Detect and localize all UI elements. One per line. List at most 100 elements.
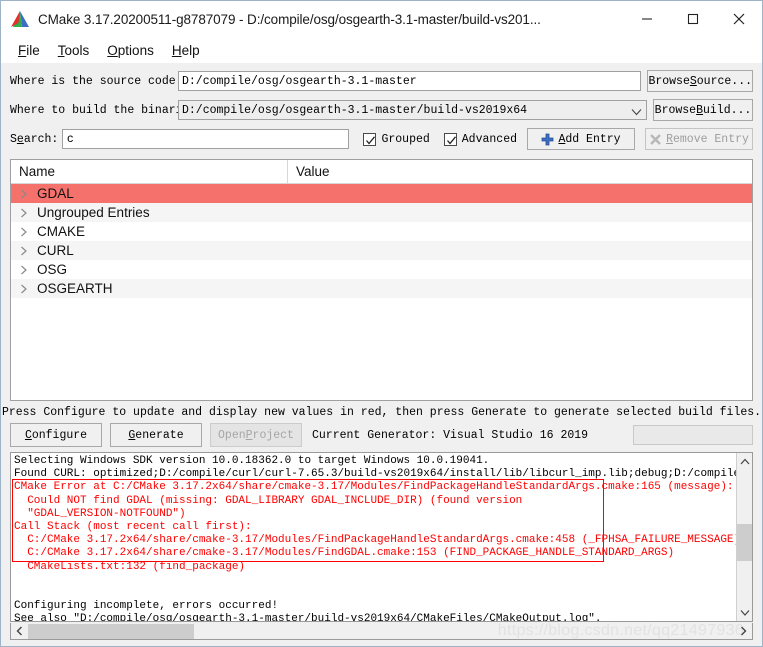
log-vertical-scrollbar[interactable] xyxy=(736,453,752,621)
minimize-button[interactable] xyxy=(624,1,670,37)
scroll-thumb[interactable] xyxy=(736,523,752,562)
grouped-checkbox[interactable]: Grouped xyxy=(363,132,430,146)
menu-help[interactable]: Help xyxy=(163,41,209,60)
search-label-mnemonic: e xyxy=(16,132,24,146)
browse-source-rest: ource... xyxy=(696,74,752,88)
open-project-pre: Open xyxy=(218,428,246,442)
scroll-down-icon[interactable] xyxy=(740,604,750,621)
current-generator-label: Current Generator: Visual Studio 16 2019 xyxy=(312,428,589,442)
search-label: Search: xyxy=(10,133,62,146)
add-entry-rest: dd Entry xyxy=(565,132,621,146)
menu-file-mnemonic: F xyxy=(18,42,27,58)
cache-variables-table: Name Value GDAL Ungrouped Entries CMAKE … xyxy=(10,159,753,401)
table-body: GDAL Ungrouped Entries CMAKE CURL OSG OS… xyxy=(11,184,752,400)
table-header: Name Value xyxy=(11,160,752,184)
browse-build-pre: Browse xyxy=(654,103,697,117)
source-path-input[interactable]: D:/compile/osg/osgearth-3.1-master xyxy=(178,71,642,91)
remove-entry-rest: emove Entry xyxy=(672,132,749,146)
browse-build-button[interactable]: Browse Build... xyxy=(653,99,753,121)
menu-file[interactable]: File xyxy=(9,41,49,60)
scroll-track[interactable] xyxy=(736,470,752,604)
log-line: Selecting Windows SDK version 10.0.18362… xyxy=(14,455,490,467)
build-path-combobox[interactable]: D:/compile/osg/osgearth-3.1-master/build… xyxy=(178,100,647,120)
generate-rest: enerate xyxy=(135,428,184,442)
chevron-right-icon[interactable] xyxy=(11,284,37,294)
browse-source-button[interactable]: Browse Source... xyxy=(647,70,753,92)
configure-button[interactable]: Configure xyxy=(10,423,102,447)
table-row[interactable]: CMAKE xyxy=(11,222,752,241)
scroll-left-icon[interactable] xyxy=(11,624,28,639)
group-name-ungrouped-entries: Ungrouped Entries xyxy=(37,205,150,220)
browse-source-mnemonic: S xyxy=(689,74,697,88)
search-input[interactable]: c xyxy=(61,129,350,149)
menu-tools-label: ools xyxy=(64,42,90,58)
menu-tools-mnemonic: T xyxy=(57,42,65,58)
search-label-rest: arch: xyxy=(23,132,59,146)
browse-build-rest: uild... xyxy=(703,103,752,117)
log-line-error: Could NOT find GDAL (missing: GDAL_LIBRA… xyxy=(14,494,523,507)
table-row[interactable]: OSGEARTH xyxy=(11,279,752,298)
configure-rest: onfigure xyxy=(31,428,88,442)
check-icon xyxy=(446,135,456,145)
add-entry-button[interactable]: Add Entry xyxy=(527,128,635,150)
menu-options[interactable]: Options xyxy=(98,41,163,60)
log-line-error: CMakeLists.txt:132 (find_package) xyxy=(14,560,246,573)
group-name-gdal: GDAL xyxy=(37,186,74,201)
action-button-row: Configure Generate Open Project Current … xyxy=(1,423,762,452)
group-name-curl: CURL xyxy=(37,243,74,258)
configure-mnemonic: C xyxy=(24,428,32,442)
close-button[interactable] xyxy=(716,1,762,37)
browse-build-mnemonic: B xyxy=(696,103,703,117)
build-path-value: D:/compile/osg/osgearth-3.1-master/build… xyxy=(182,103,528,117)
search-row: Search: c Grouped Advanced A dd Entry R … xyxy=(10,127,753,151)
chevron-right-icon[interactable] xyxy=(11,189,37,199)
advanced-checkbox[interactable]: Advanced xyxy=(443,132,517,146)
log-text[interactable]: Selecting Windows SDK version 10.0.18362… xyxy=(11,453,736,621)
source-path-row: Where is the source code: D:/compile/osg… xyxy=(10,69,753,93)
menu-bar: File Tools Options Help xyxy=(1,37,762,63)
column-header-name[interactable]: Name xyxy=(11,160,288,183)
scroll-thumb[interactable] xyxy=(28,623,194,639)
check-icon xyxy=(366,135,376,145)
scroll-up-icon[interactable] xyxy=(740,453,750,470)
open-project-button[interactable]: Open Project xyxy=(210,423,302,447)
progress-bar xyxy=(633,425,753,445)
log-output-area: Selecting Windows SDK version 10.0.18362… xyxy=(10,452,753,622)
menu-options-mnemonic: O xyxy=(107,42,118,58)
open-project-mnemonic: P xyxy=(245,428,253,442)
browse-source-pre: Browse xyxy=(648,74,690,88)
search-label-pre: S xyxy=(10,132,17,146)
log-line: Configuring incomplete, errors occurred! xyxy=(14,600,279,613)
log-line: Found CURL: optimized;D:/compile/curl/cu… xyxy=(14,468,736,481)
log-line-error: C:/CMake 3.17.2x64/share/cmake-3.17/Modu… xyxy=(14,534,736,547)
chevron-right-icon[interactable] xyxy=(11,246,37,256)
group-name-osg: OSG xyxy=(37,262,68,277)
configure-hint-text: Press Configure to update and display ne… xyxy=(1,406,762,419)
plus-icon xyxy=(541,133,554,146)
log-horizontal-scrollbar[interactable]: https://blog.csdn.net/qq21497936 xyxy=(10,622,753,640)
chevron-right-icon[interactable] xyxy=(11,208,37,218)
menu-tools[interactable]: Tools xyxy=(49,41,99,60)
build-path-row: Where to build the binaries: D:/compile/… xyxy=(10,98,753,122)
chevron-right-icon[interactable] xyxy=(11,265,37,275)
column-header-value[interactable]: Value xyxy=(288,160,752,183)
table-row[interactable]: Ungrouped Entries xyxy=(11,203,752,222)
grouped-checkbox-box xyxy=(363,132,377,146)
table-row[interactable]: CURL xyxy=(11,241,752,260)
chevron-right-icon[interactable] xyxy=(11,227,37,237)
menu-help-mnemonic: H xyxy=(171,42,182,58)
path-form-area: Where is the source code: D:/compile/osg… xyxy=(1,63,762,155)
remove-entry-button[interactable]: Remove Entry xyxy=(645,128,753,150)
scroll-right-icon[interactable] xyxy=(735,624,752,639)
table-row[interactable]: OSG xyxy=(11,260,752,279)
maximize-button[interactable] xyxy=(670,1,716,37)
remove-entry-mnemonic: R xyxy=(666,132,673,146)
log-line-error: Call Stack (most recent call first): xyxy=(14,520,252,533)
build-path-label: Where to build the binaries: xyxy=(10,103,204,117)
window-controls xyxy=(624,1,762,37)
cmake-gui-window: CMake 3.17.20200511-g8787079 - D:/compil… xyxy=(0,0,763,647)
source-path-label: Where is the source code: xyxy=(10,74,183,88)
generate-button[interactable]: Generate xyxy=(110,423,202,447)
window-title: CMake 3.17.20200511-g8787079 - D:/compil… xyxy=(38,11,541,27)
table-row[interactable]: GDAL xyxy=(11,184,752,203)
